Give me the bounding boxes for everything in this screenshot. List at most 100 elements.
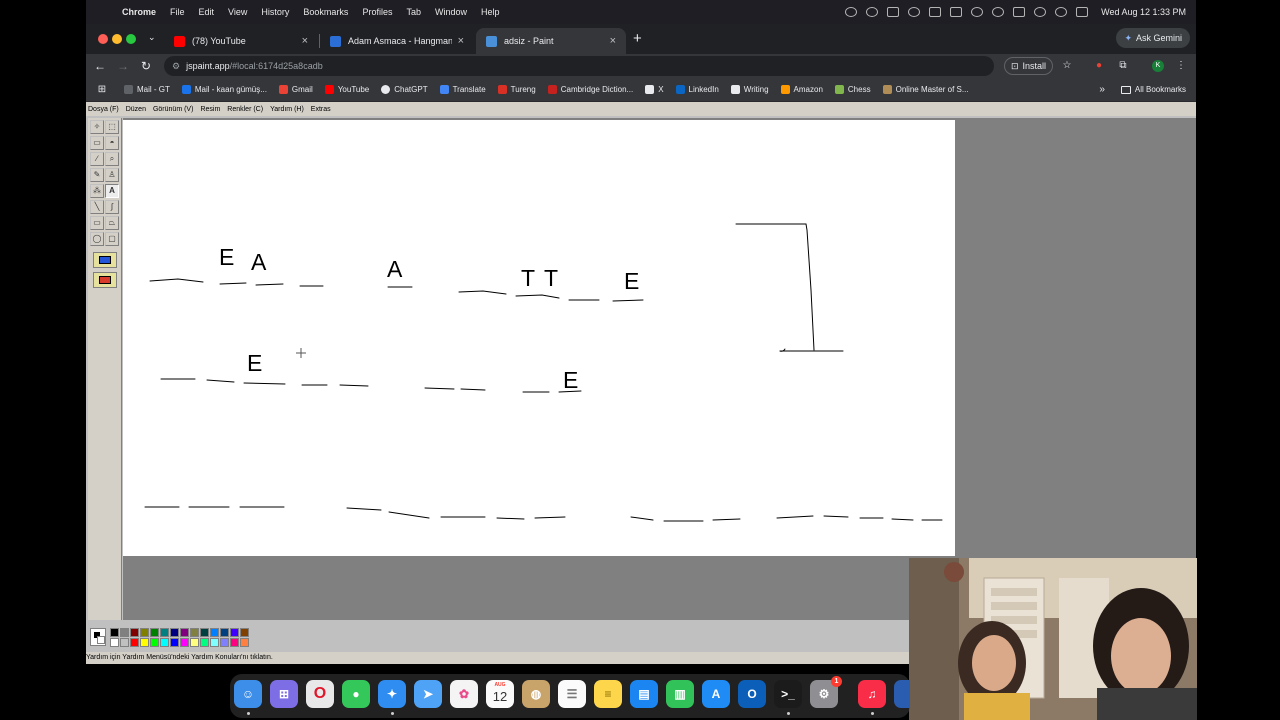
palette-color-swatch[interactable]	[110, 638, 119, 647]
palette-color-swatch[interactable]	[230, 628, 239, 637]
menu-history[interactable]: History	[261, 7, 289, 17]
system-settings-icon[interactable]: ⚙ 1	[810, 676, 842, 708]
paint-menu-help[interactable]: Yardım (H)	[270, 106, 304, 113]
airbrush-tool-icon[interactable]: ⁂	[90, 184, 104, 198]
tab-youtube[interactable]: (78) YouTube ×	[164, 28, 318, 54]
magnifier-tool-icon[interactable]: ⌕	[105, 152, 119, 166]
chat-status-icon[interactable]	[866, 7, 879, 17]
apps-grid-icon[interactable]: ⊞	[92, 84, 112, 95]
cloud-status-icon[interactable]	[887, 7, 900, 17]
pencil-tool-icon[interactable]: ✎	[90, 168, 104, 182]
free-select-tool-icon[interactable]: ✧	[90, 120, 104, 134]
paint-menu-extras[interactable]: Extras	[311, 106, 331, 113]
palette-color-swatch[interactable]	[140, 638, 149, 647]
line-tool-icon[interactable]: ╲	[90, 200, 104, 214]
wifi-icon[interactable]	[1034, 7, 1047, 17]
focus-status-icon[interactable]	[908, 7, 921, 17]
extensions-puzzle-icon[interactable]: ⧉	[1116, 59, 1130, 73]
palette-color-swatch[interactable]	[150, 638, 159, 647]
current-colors-indicator[interactable]	[90, 628, 106, 646]
opera-icon[interactable]: O	[306, 680, 334, 708]
palette-color-swatch[interactable]	[110, 628, 119, 637]
bookmark-translate[interactable]: Translate	[439, 85, 486, 94]
notes-icon[interactable]: ≡	[594, 680, 622, 708]
partial-app-icon[interactable]	[894, 680, 910, 708]
play-icon[interactable]	[992, 7, 1005, 17]
bookmark-chess[interactable]: Chess	[834, 85, 871, 94]
bookmark-chatgpt[interactable]: ChatGPT	[381, 85, 428, 94]
bookmark-amazon[interactable]: Amazon	[780, 85, 823, 94]
fill-bucket-tool-icon[interactable]: ◓	[105, 136, 119, 150]
palette-color-swatch[interactable]	[240, 628, 249, 637]
palette-color-swatch[interactable]	[120, 628, 129, 637]
rectangle-tool-icon[interactable]: ▭	[90, 216, 104, 230]
bookmark-x[interactable]: X	[645, 85, 664, 94]
rounded-rect-tool-icon[interactable]: ▢	[105, 232, 119, 246]
palette-color-swatch[interactable]	[140, 628, 149, 637]
more-bookmarks-chevron-icon[interactable]: »	[1099, 84, 1105, 95]
calendar-icon[interactable]: AUG 12	[486, 680, 514, 708]
palette-color-swatch[interactable]	[190, 628, 199, 637]
keynote-icon[interactable]: ▤	[630, 680, 658, 708]
opaque-background-option-icon[interactable]	[93, 252, 117, 268]
menu-tab[interactable]: Tab	[406, 7, 421, 17]
menu-help[interactable]: Help	[481, 7, 500, 17]
bookmark-online-master[interactable]: Online Master of S...	[882, 85, 969, 94]
palette-color-swatch[interactable]	[130, 638, 139, 647]
new-tab-icon[interactable]: +	[633, 30, 642, 47]
reload-icon[interactable]: ↻	[137, 57, 155, 75]
paint-menu-image[interactable]: Resim	[200, 106, 220, 113]
zoom-window-button[interactable]	[126, 34, 136, 44]
minimize-window-button[interactable]	[112, 34, 122, 44]
palette-color-swatch[interactable]	[220, 638, 229, 647]
site-info-icon[interactable]: ⚙	[172, 61, 180, 72]
maps-icon[interactable]: ➤	[414, 680, 442, 708]
bookmark-mail-gt[interactable]: Mail - GT	[124, 85, 170, 94]
extension-icon[interactable]: ●	[1092, 59, 1106, 73]
curve-tool-icon[interactable]: ∫	[105, 200, 119, 214]
profile-avatar[interactable]: K	[1152, 60, 1164, 72]
photos-icon[interactable]: ✿	[450, 680, 478, 708]
screen-mirroring-icon[interactable]	[950, 7, 963, 17]
app-menu-chrome[interactable]: Chrome	[122, 7, 156, 17]
tab-search-chevron-icon[interactable]: ⌄	[148, 32, 156, 43]
menu-edit[interactable]: Edit	[199, 7, 215, 17]
menu-clock[interactable]: Wed Aug 12 1:33 PM	[1101, 7, 1186, 17]
eraser-tool-icon[interactable]: ▭	[90, 136, 104, 150]
tab-paint[interactable]: adsiz - Paint ×	[476, 28, 626, 54]
bookmark-star-icon[interactable]: ☆	[1060, 59, 1074, 73]
menu-file[interactable]: File	[170, 7, 185, 17]
contacts-icon[interactable]: ◍	[522, 680, 550, 708]
outlook-icon[interactable]: O	[738, 680, 766, 708]
palette-color-swatch[interactable]	[200, 638, 209, 647]
airdrop-icon[interactable]	[971, 7, 984, 17]
bookmark-linkedin[interactable]: LinkedIn	[675, 85, 719, 94]
transparent-background-option-icon[interactable]	[93, 272, 117, 288]
rect-select-tool-icon[interactable]: ⬚	[105, 120, 119, 134]
palette-color-swatch[interactable]	[180, 638, 189, 647]
palette-color-swatch[interactable]	[170, 638, 179, 647]
launchpad-icon[interactable]: ⊞	[270, 680, 298, 708]
bookmark-mail-kaan[interactable]: Mail - kaan gümüş...	[181, 85, 267, 94]
address-bar[interactable]: ⚙ jspaint.app/#local:6174d25a8cadb	[164, 56, 994, 76]
palette-color-swatch[interactable]	[170, 628, 179, 637]
finder-icon[interactable]: ☺	[234, 680, 262, 708]
palette-color-swatch[interactable]	[210, 628, 219, 637]
back-arrow-icon[interactable]: ←	[91, 57, 109, 75]
palette-color-swatch[interactable]	[180, 628, 189, 637]
palette-color-swatch[interactable]	[120, 638, 129, 647]
install-app-button[interactable]: ⊡ Install	[1004, 57, 1054, 75]
palette-color-swatch[interactable]	[130, 628, 139, 637]
bookmark-tureng[interactable]: Tureng	[497, 85, 536, 94]
brush-tool-icon[interactable]: ♙	[105, 168, 119, 182]
control-center-icon[interactable]	[1076, 7, 1089, 17]
forward-arrow-icon[interactable]: →	[114, 57, 132, 75]
menu-profiles[interactable]: Profiles	[362, 7, 392, 17]
paint-menu-edit[interactable]: Düzen	[126, 106, 146, 113]
menu-window[interactable]: Window	[435, 7, 467, 17]
palette-color-swatch[interactable]	[210, 638, 219, 647]
tab-hangman[interactable]: Adam Asmaca - Hangman ×	[320, 28, 474, 54]
bookmark-writing[interactable]: Writing	[730, 85, 769, 94]
menu-view[interactable]: View	[228, 7, 247, 17]
paint-menu-colors[interactable]: Renkler (C)	[227, 106, 263, 113]
